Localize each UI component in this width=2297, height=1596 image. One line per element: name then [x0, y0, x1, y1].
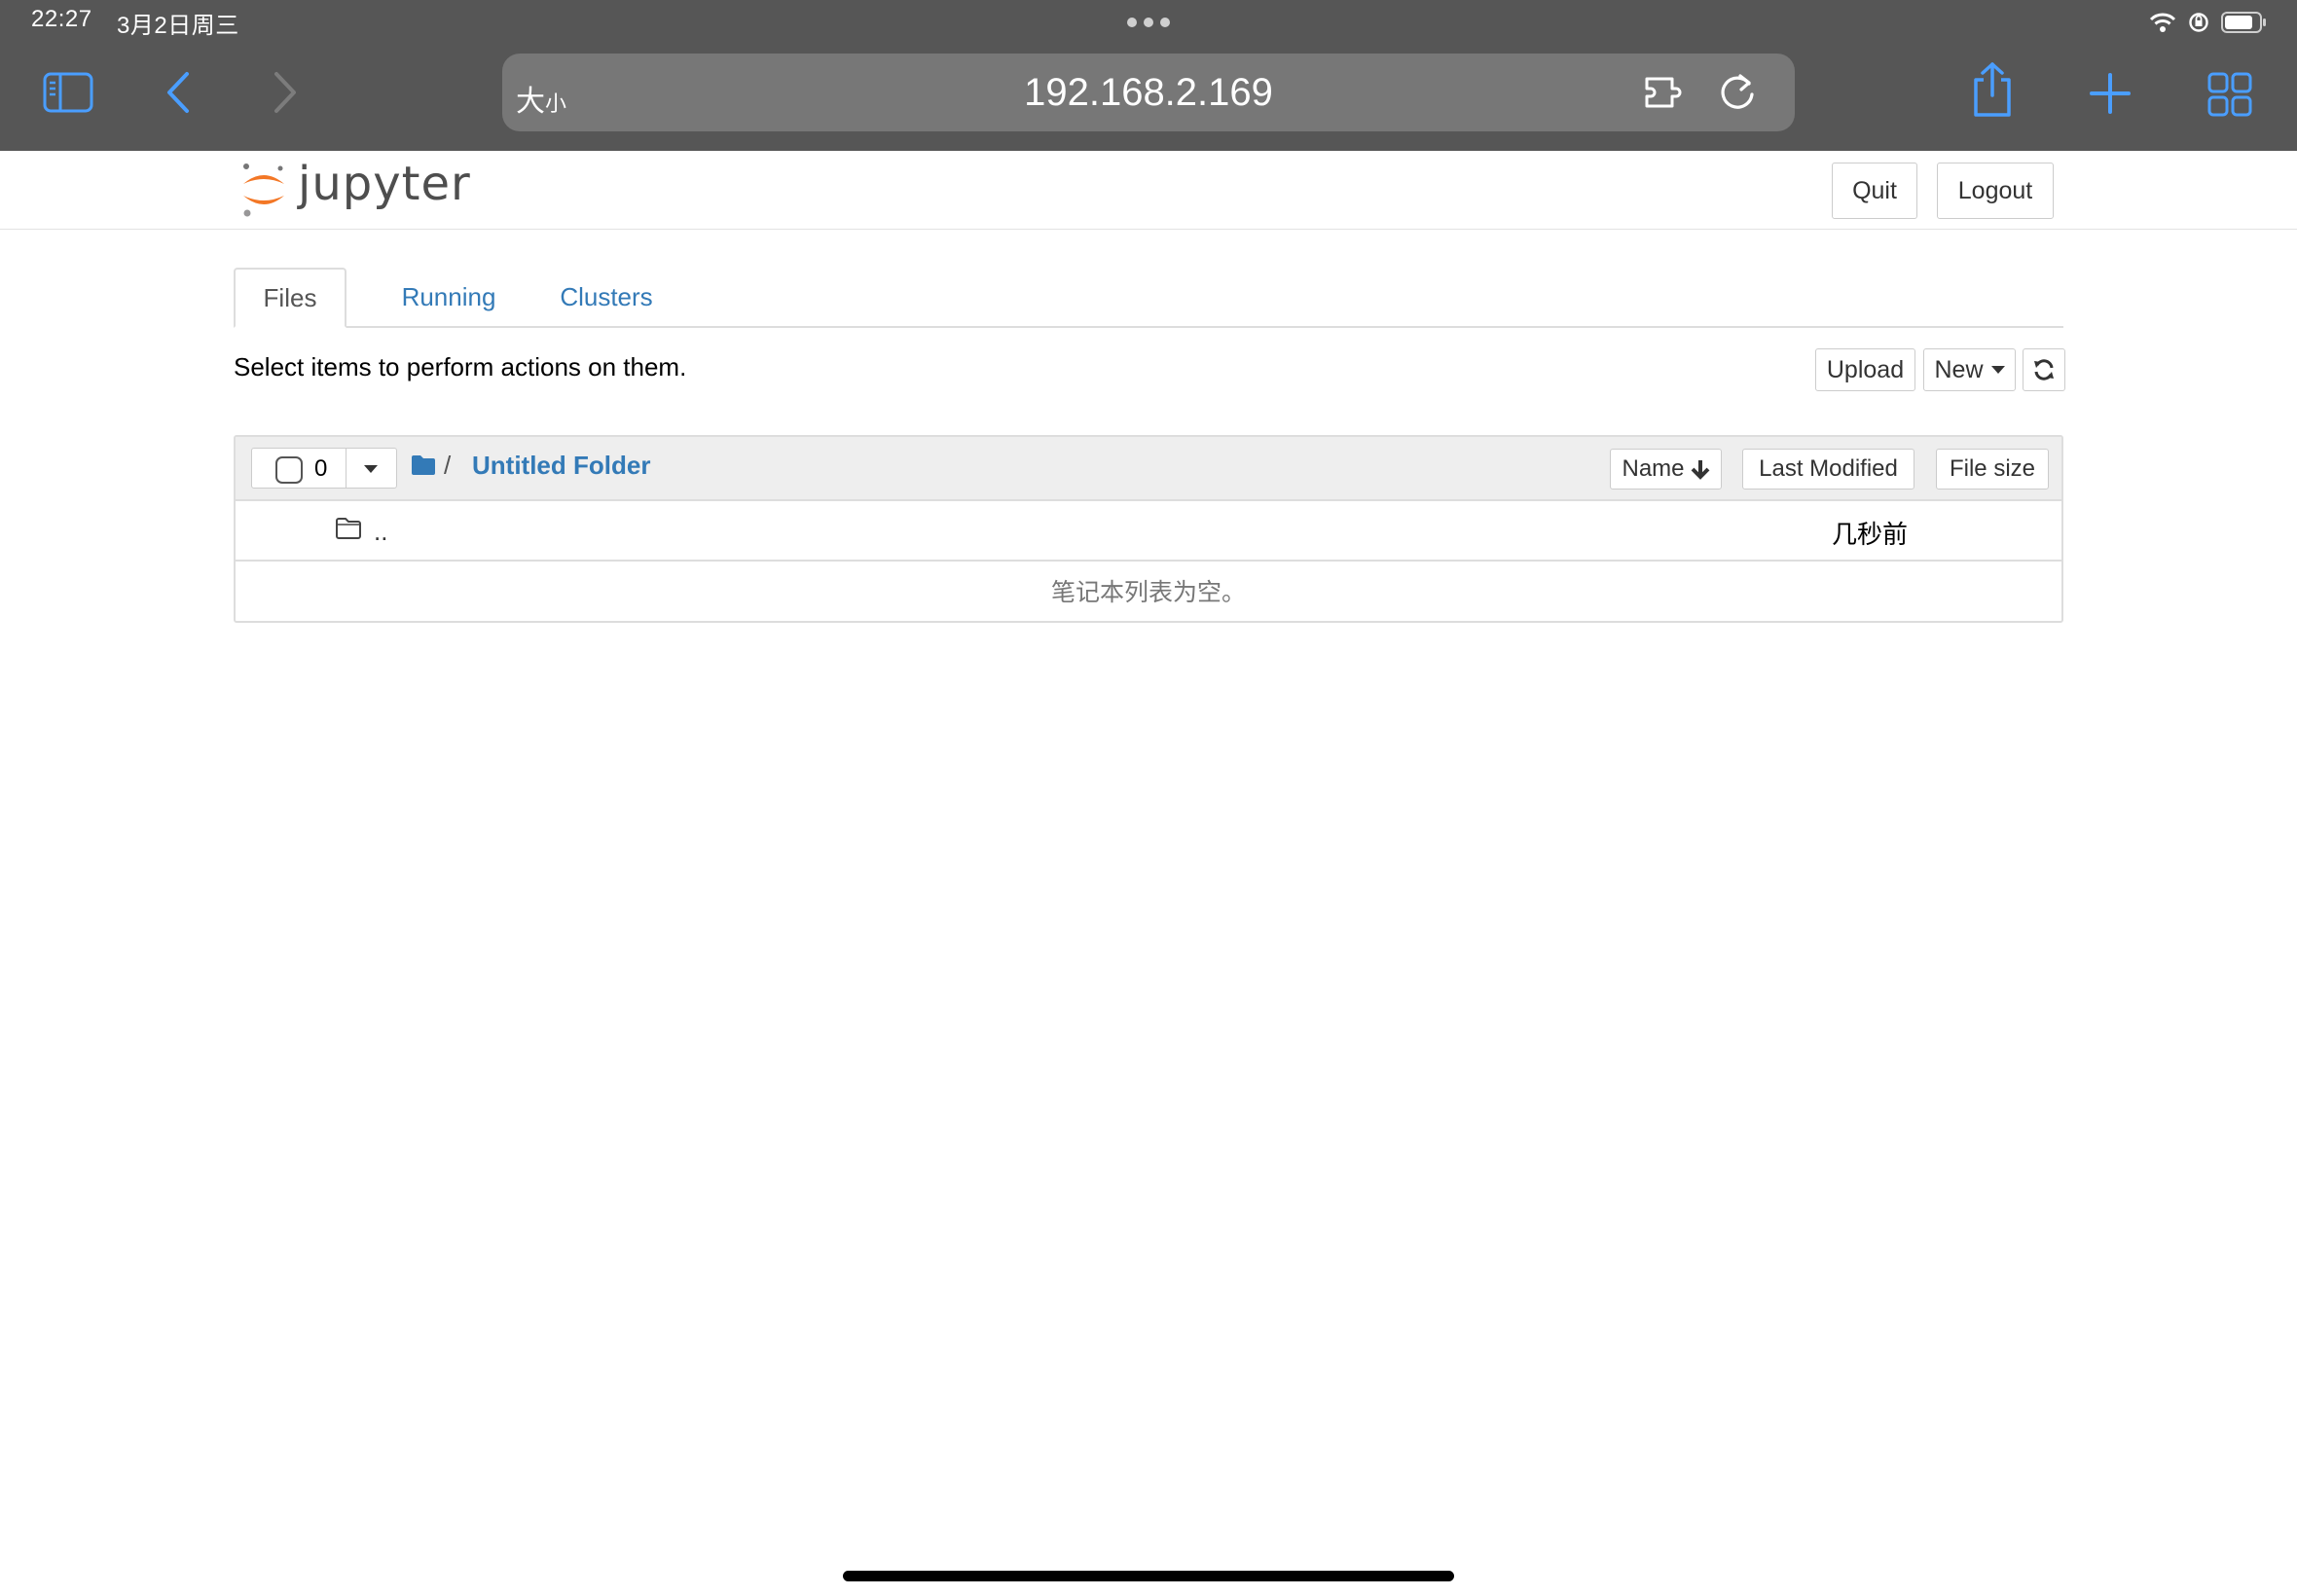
upload-button[interactable]: Upload: [1815, 348, 1915, 391]
parent-directory-link[interactable]: ..: [374, 517, 387, 547]
refresh-icon: [2034, 359, 2054, 381]
breadcrumb-current-folder[interactable]: Untitled Folder: [472, 451, 650, 481]
home-indicator[interactable]: [843, 1571, 1454, 1581]
file-list: 0 / Untitled Folder Name Last Modified F…: [234, 435, 2063, 623]
tab-running[interactable]: Running: [376, 268, 522, 326]
reload-icon[interactable]: [1719, 71, 1758, 112]
wifi-icon: [2149, 13, 2176, 32]
list-item-parent-directory[interactable]: .. 几秒前: [236, 501, 2061, 562]
folder-icon: [336, 518, 361, 539]
new-tab-icon[interactable]: [2089, 72, 2132, 115]
select-all-dropdown[interactable]: 0: [251, 448, 397, 489]
jupyter-header: jupyter Quit Logout: [0, 151, 2297, 230]
tab-clusters[interactable]: Clusters: [533, 268, 679, 326]
sidebar-icon[interactable]: [43, 72, 93, 113]
empty-list-message: 笔记本列表为空。: [1050, 579, 1246, 606]
tab-files[interactable]: Files: [234, 268, 346, 328]
safari-toolbar: 22:27 3月2日周三 大小 192.168.2.169: [0, 0, 2297, 151]
dashboard-tabs: Files Running Clusters: [234, 268, 2063, 328]
multitasking-dots[interactable]: [1127, 18, 1170, 27]
new-button-label: New: [1934, 355, 1984, 383]
address-bar[interactable]: 大小 192.168.2.169: [502, 54, 1795, 131]
status-time: 22:27: [31, 6, 92, 32]
chevron-down-icon: [1990, 366, 2005, 374]
select-all-checkbox[interactable]: [275, 456, 303, 484]
home-folder-icon[interactable]: [411, 454, 436, 476]
logout-button[interactable]: Logout: [1937, 163, 2054, 219]
quit-button[interactable]: Quit: [1832, 163, 1917, 219]
last-modified-value: 几秒前: [1832, 520, 1909, 549]
file-list-header: 0 / Untitled Folder Name Last Modified F…: [236, 437, 2061, 501]
jupyter-logo-icon[interactable]: [237, 161, 296, 219]
new-dropdown-button[interactable]: New: [1923, 348, 2016, 391]
status-indicators: [2149, 10, 2268, 35]
tab-overview-icon[interactable]: [2207, 72, 2252, 117]
back-icon[interactable]: [164, 70, 193, 115]
chevron-down-icon[interactable]: [364, 465, 378, 473]
breadcrumb-separator: /: [444, 451, 452, 480]
sort-name-label: Name: [1622, 455, 1685, 482]
forward-icon[interactable]: [271, 70, 300, 115]
arrow-down-icon: [1691, 460, 1709, 480]
orientation-lock-icon: [2189, 13, 2208, 32]
selected-count: 0: [314, 455, 328, 482]
status-date: 3月2日周三: [117, 13, 239, 39]
url-text[interactable]: 192.168.2.169: [502, 71, 1795, 115]
battery-icon: [2221, 12, 2266, 33]
sort-by-size-button[interactable]: File size: [1936, 449, 2049, 490]
refresh-button[interactable]: [2023, 348, 2065, 391]
sort-by-name-button[interactable]: Name: [1610, 449, 1722, 490]
selection-hint: Select items to perform actions on them.: [234, 352, 687, 381]
extension-icon[interactable]: [1643, 71, 1688, 112]
sort-by-modified-button[interactable]: Last Modified: [1742, 449, 1914, 490]
jupyter-logo-text[interactable]: jupyter: [298, 157, 471, 211]
share-icon[interactable]: [1970, 60, 2015, 119]
